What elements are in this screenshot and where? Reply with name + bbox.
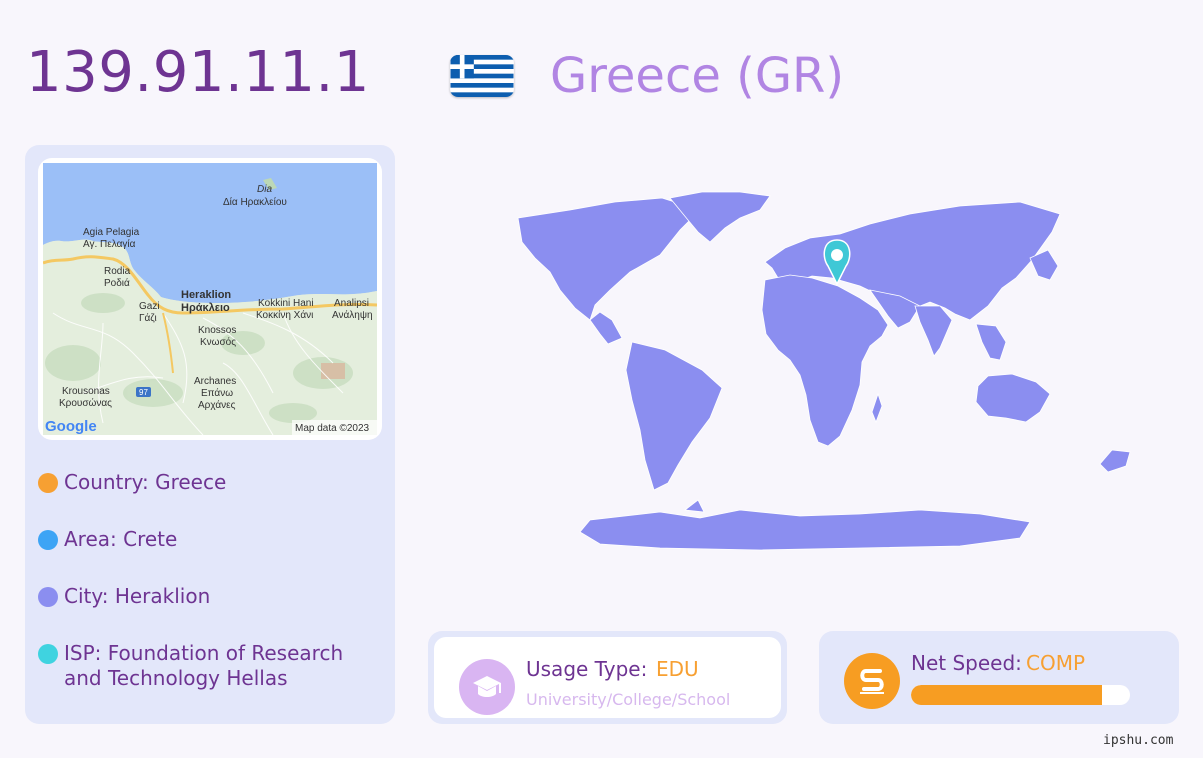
area-info: Area: Crete: [64, 527, 178, 551]
svg-text:Rodia: Rodia: [104, 266, 131, 277]
usage-type-value: EDU: [656, 657, 699, 681]
usage-type-card: Usage Type: EDU University/College/Schoo…: [428, 631, 787, 724]
svg-text:Γάζι: Γάζι: [139, 312, 157, 324]
svg-text:Dia: Dia: [257, 184, 272, 195]
svg-text:Επάνω: Επάνω: [201, 387, 233, 399]
svg-text:Analipsi: Analipsi: [334, 298, 369, 309]
net-speed-label: Net Speed:: [911, 651, 1022, 675]
net-speed-bar-fill: [911, 685, 1102, 705]
svg-text:Ροδιά: Ροδιά: [104, 277, 130, 289]
svg-text:Κοκκίνη Χάνι: Κοκκίνη Χάνι: [256, 309, 313, 321]
world-map: [440, 180, 1160, 564]
city-info-row: City: Heraklion: [38, 584, 374, 609]
svg-text:Gazi: Gazi: [139, 301, 160, 312]
svg-text:Agia Pelagia: Agia Pelagia: [83, 227, 140, 238]
svg-text:Αρχάνες: Αρχάνες: [198, 399, 236, 411]
svg-text:Archanes: Archanes: [194, 376, 236, 387]
watermark: ipshu.com: [1103, 733, 1174, 748]
net-speed-card: Net Speed: COMP: [819, 631, 1179, 724]
area-dot-icon: [38, 530, 58, 550]
usage-type-label: Usage Type:: [526, 657, 648, 681]
svg-text:Δία Ηρακλείου: Δία Ηρακλείου: [223, 196, 287, 208]
svg-text:Krousonas: Krousonas: [62, 386, 110, 397]
svg-text:Kokkini Hani: Kokkini Hani: [258, 298, 314, 309]
country-info: Country: Greece: [64, 470, 227, 494]
isp-info: ISP: Foundation of Research and Technolo…: [64, 641, 344, 690]
usage-type-description: University/College/School: [526, 690, 731, 709]
area-info-row: Area: Crete: [38, 527, 374, 552]
city-info: City: Heraklion: [64, 584, 211, 608]
map-attribution: Map data ©2023: [295, 423, 370, 434]
svg-text:Κνωσός: Κνωσός: [200, 336, 236, 348]
location-map[interactable]: Dia Δία Ηρακλείου Agia Pelagia Αγ. Πελαγ…: [38, 158, 382, 440]
svg-text:Ηράκλειο: Ηράκλειο: [181, 302, 230, 314]
road-number: 97: [139, 388, 148, 397]
isp-dot-icon: [38, 644, 58, 664]
net-speed-bar: [911, 685, 1130, 705]
ip-address: 139.91.11.1: [26, 40, 370, 105]
svg-text:Κρουσώνας: Κρουσώνας: [59, 397, 112, 409]
google-logo: Google: [45, 418, 97, 435]
isp-info-row: ISP: Foundation of Research and Technolo…: [38, 641, 374, 691]
country-title: Greece (GR): [550, 48, 845, 104]
svg-text:Αγ. Πελαγία: Αγ. Πελαγία: [83, 238, 136, 250]
svg-text:Heraklion: Heraklion: [181, 289, 231, 301]
city-dot-icon: [38, 587, 58, 607]
graduation-cap-icon: [459, 659, 515, 715]
country-info-row: Country: Greece: [38, 470, 374, 495]
greece-flag-icon: [450, 55, 514, 97]
svg-text:Ανάληψη: Ανάληψη: [332, 309, 373, 321]
speed-s-icon: [844, 653, 900, 709]
country-dot-icon: [38, 473, 58, 493]
net-speed-value: COMP: [1026, 651, 1086, 675]
usage-type-panel: Usage Type: EDU University/College/Schoo…: [434, 637, 781, 718]
svg-text:Knossos: Knossos: [198, 325, 236, 336]
location-info-card: Dia Δία Ηρακλείου Agia Pelagia Αγ. Πελαγ…: [25, 145, 395, 724]
